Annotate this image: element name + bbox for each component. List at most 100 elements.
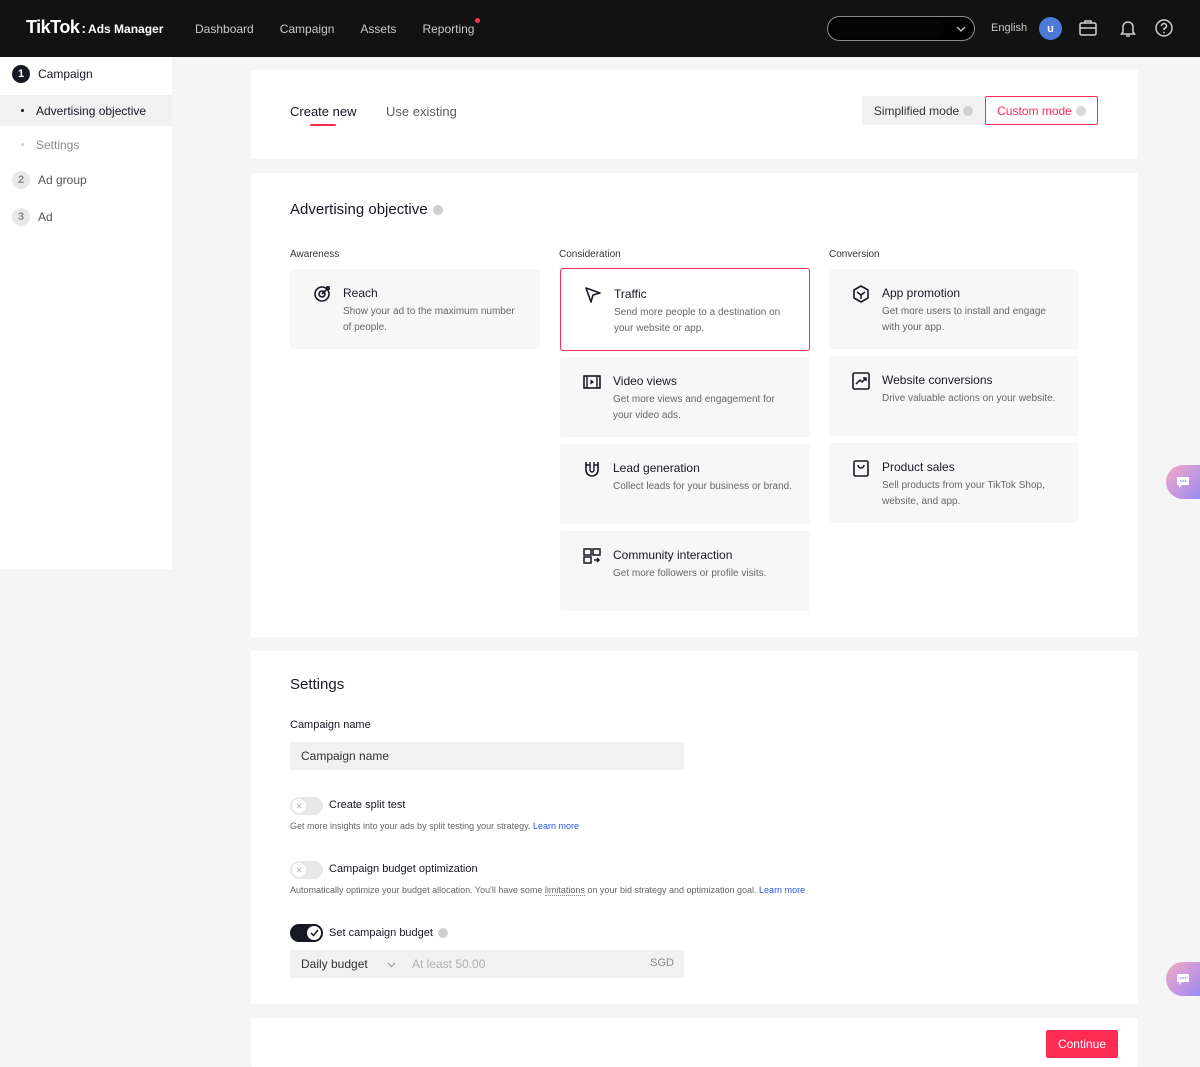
chat-bubble-button[interactable] (1166, 962, 1200, 996)
brand-subtitle: Ads Manager (88, 22, 164, 36)
sidebar: 1 Campaign Advertising objective Setting… (0, 57, 172, 569)
custom-mode-button[interactable]: Custom mode (985, 96, 1098, 125)
split-test-hint: Get more insights into your ads by split… (290, 821, 579, 831)
video-icon (583, 375, 601, 389)
main-nav: Dashboard Campaign Assets Reporting (195, 0, 500, 57)
step-number: 2 (12, 171, 30, 189)
objective-community-interaction[interactable]: Community interaction Get more followers… (560, 531, 810, 611)
tab-use-existing[interactable]: Use existing (386, 104, 457, 119)
objective-description: Get more users to install and engage wit… (882, 306, 1046, 333)
budget-optimization-hint: Automatically optimize your budget alloc… (290, 885, 806, 896)
column-awareness: Awareness (290, 249, 340, 260)
objective-title: Traffic (614, 287, 647, 301)
budget-optimization-toggle[interactable] (290, 861, 323, 879)
top-bar: TikTok : Ads Manager Dashboard Campaign … (0, 0, 1200, 57)
split-test-toggle[interactable] (290, 797, 323, 815)
budget-type-select[interactable]: Daily budget (301, 957, 396, 971)
continue-button[interactable]: Continue (1046, 1030, 1118, 1058)
objective-website-conversions[interactable]: Website conversions Drive valuable actio… (829, 356, 1079, 436)
objective-description: Get more followers or profile visits. (613, 568, 767, 579)
business-center-icon[interactable] (1077, 17, 1099, 39)
simplified-mode-button[interactable]: Simplified mode (862, 96, 985, 125)
objective-title: Product sales (882, 460, 955, 474)
trend-chart-icon (852, 372, 870, 390)
objective-lead-generation[interactable]: Lead generation Collect leads for your b… (560, 444, 810, 524)
objective-title: Community interaction (613, 548, 733, 562)
brand-name: TikTok (26, 17, 80, 37)
cube-icon (853, 285, 869, 303)
objective-description: Send more people to a destination on you… (614, 307, 781, 334)
nav-reporting[interactable]: Reporting (422, 17, 481, 36)
chevron-down-icon (956, 26, 966, 32)
campaign-budget-toggle[interactable] (290, 924, 323, 942)
nav-reporting-label: Reporting (422, 21, 475, 36)
info-icon[interactable] (432, 204, 443, 215)
info-icon[interactable] (437, 928, 448, 939)
advertising-objective-card: Advertising objective Awareness Consider… (251, 173, 1138, 637)
close-icon (296, 867, 302, 873)
notification-dot (475, 17, 481, 23)
nav-campaign[interactable]: Campaign (280, 22, 335, 36)
language-selector[interactable]: English (991, 22, 1027, 34)
substep-advertising-objective[interactable]: Advertising objective (0, 95, 172, 126)
campaign-name-input[interactable]: Campaign name (290, 742, 684, 770)
step-ad-group[interactable]: 2 Ad group (12, 171, 87, 189)
avatar[interactable]: u (1039, 17, 1062, 40)
chat-icon (1177, 974, 1189, 985)
currency-label: SGD (650, 957, 674, 969)
info-icon[interactable] (963, 105, 974, 116)
account-selector[interactable] (827, 16, 975, 41)
objective-traffic[interactable]: Traffic Send more people to a destinatio… (560, 268, 810, 351)
step-campaign[interactable]: 1 Campaign (12, 65, 93, 83)
objective-product-sales[interactable]: Product sales Sell products from your Ti… (829, 443, 1079, 523)
learn-more-link[interactable]: Learn more (759, 885, 805, 895)
tab-create-new[interactable]: Create new (290, 104, 356, 119)
step-number: 3 (12, 208, 30, 226)
budget-input-group: Daily budget At least 50.00 SGD (290, 950, 684, 978)
help-icon[interactable] (1153, 17, 1175, 39)
info-icon[interactable] (1075, 105, 1086, 116)
target-icon (314, 286, 330, 302)
community-icon (583, 548, 601, 564)
shopping-bag-icon (853, 460, 869, 477)
nav-assets[interactable]: Assets (360, 22, 396, 36)
check-icon (309, 929, 319, 937)
objective-title: Lead generation (613, 461, 700, 475)
objective-app-promotion[interactable]: App promotion Get more users to install … (829, 269, 1079, 349)
objective-video-views[interactable]: Video views Get more views and engagemen… (560, 357, 810, 437)
substep-label: Settings (36, 137, 80, 152)
settings-card: Settings Campaign name Campaign name Cre… (251, 651, 1138, 1004)
chat-bubble-button[interactable] (1166, 465, 1200, 499)
objective-title: Video views (613, 374, 677, 388)
substep-label: Advertising objective (36, 103, 147, 118)
magnet-icon (585, 462, 599, 477)
chevron-down-icon (387, 962, 396, 968)
objective-description: Collect leads for your business or brand… (613, 481, 792, 492)
limitations-tooltip[interactable]: limitations (544, 885, 585, 896)
objective-description: Drive valuable actions on your website. (882, 393, 1056, 404)
step-label: Campaign (38, 67, 93, 81)
substep-settings[interactable]: Settings (0, 129, 172, 160)
active-tab-indicator (310, 124, 336, 126)
cursor-arrow-icon (585, 287, 601, 303)
budget-amount-input[interactable]: At least 50.00 (412, 957, 485, 971)
column-conversion: Conversion (829, 249, 880, 260)
split-test-label: Create split test (329, 799, 406, 811)
objective-description: Get more views and engagement for your v… (613, 394, 775, 421)
campaign-budget-label: Set campaign budget (329, 927, 448, 939)
brand-logo[interactable]: TikTok : Ads Manager (26, 17, 163, 38)
objective-heading: Advertising objective (290, 201, 443, 218)
nav-dashboard[interactable]: Dashboard (195, 22, 254, 36)
learn-more-link[interactable]: Learn more (533, 821, 579, 831)
step-ad[interactable]: 3 Ad (12, 208, 53, 226)
mode-label: Custom mode (997, 103, 1072, 118)
objective-reach[interactable]: Reach Show your ad to the maximum number… (290, 269, 540, 349)
campaign-source-card: Create new Use existing Simplified mode … (251, 70, 1138, 159)
objective-description: Show your ad to the maximum number of pe… (343, 306, 515, 333)
step-label: Ad group (38, 173, 87, 187)
objective-title: App promotion (882, 286, 961, 300)
bell-icon[interactable] (1117, 17, 1139, 39)
chat-icon (1177, 477, 1189, 488)
account-name-redacted (832, 20, 944, 37)
mode-label: Simplified mode (873, 103, 960, 118)
